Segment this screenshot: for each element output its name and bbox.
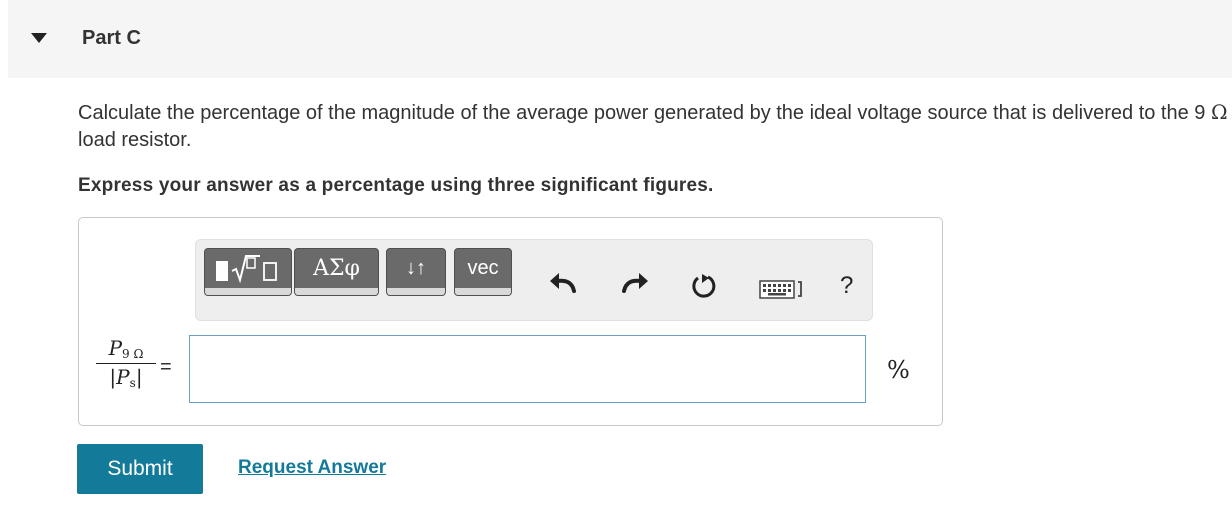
reset-icon[interactable] xyxy=(690,272,718,300)
denominator-var: P xyxy=(116,365,130,389)
fraction-label: P9 Ω |Ps| xyxy=(96,336,156,390)
request-answer-link[interactable]: Request Answer xyxy=(238,457,386,479)
arrows-button[interactable]: ↓↑ xyxy=(386,248,446,296)
vec-button[interactable]: vec xyxy=(454,248,512,296)
equals-sign: = xyxy=(160,356,172,378)
math-toolbar: ΑΣφ ↓↑ vec ? xyxy=(195,239,873,321)
vec-label: vec xyxy=(467,256,499,279)
question-text-after: load resistor. xyxy=(78,129,192,151)
part-title: Part C xyxy=(82,27,141,49)
answer-input[interactable] xyxy=(189,335,866,403)
arrows-label: ↓↑ xyxy=(406,256,426,279)
templates-button[interactable] xyxy=(204,248,292,296)
help-icon[interactable]: ? xyxy=(840,272,853,300)
fraction-numerator: P9 Ω xyxy=(96,336,156,364)
greek-symbols-label: ΑΣφ xyxy=(313,255,360,281)
keyboard-icon[interactable] xyxy=(759,278,805,300)
submit-button[interactable]: Submit xyxy=(77,444,203,494)
redo-icon[interactable] xyxy=(620,270,650,294)
units-label: % xyxy=(887,356,910,384)
undo-icon[interactable] xyxy=(548,270,578,294)
omega-symbol: Ω xyxy=(1210,100,1228,124)
greek-symbols-button[interactable]: ΑΣφ xyxy=(294,248,379,296)
numerator-var: P xyxy=(108,336,123,360)
question-text: Calculate the percentage of the magnitud… xyxy=(78,99,1228,154)
numerator-sub: 9 Ω xyxy=(122,347,144,361)
templates-icon xyxy=(210,253,286,283)
answer-instruction: Express your answer as a percentage usin… xyxy=(78,175,714,196)
caret-down-icon[interactable] xyxy=(31,33,47,43)
fraction-denominator: |Ps| xyxy=(109,365,143,390)
question-text-before: Calculate the percentage of the magnitud… xyxy=(78,102,1211,124)
part-header xyxy=(8,0,1232,78)
